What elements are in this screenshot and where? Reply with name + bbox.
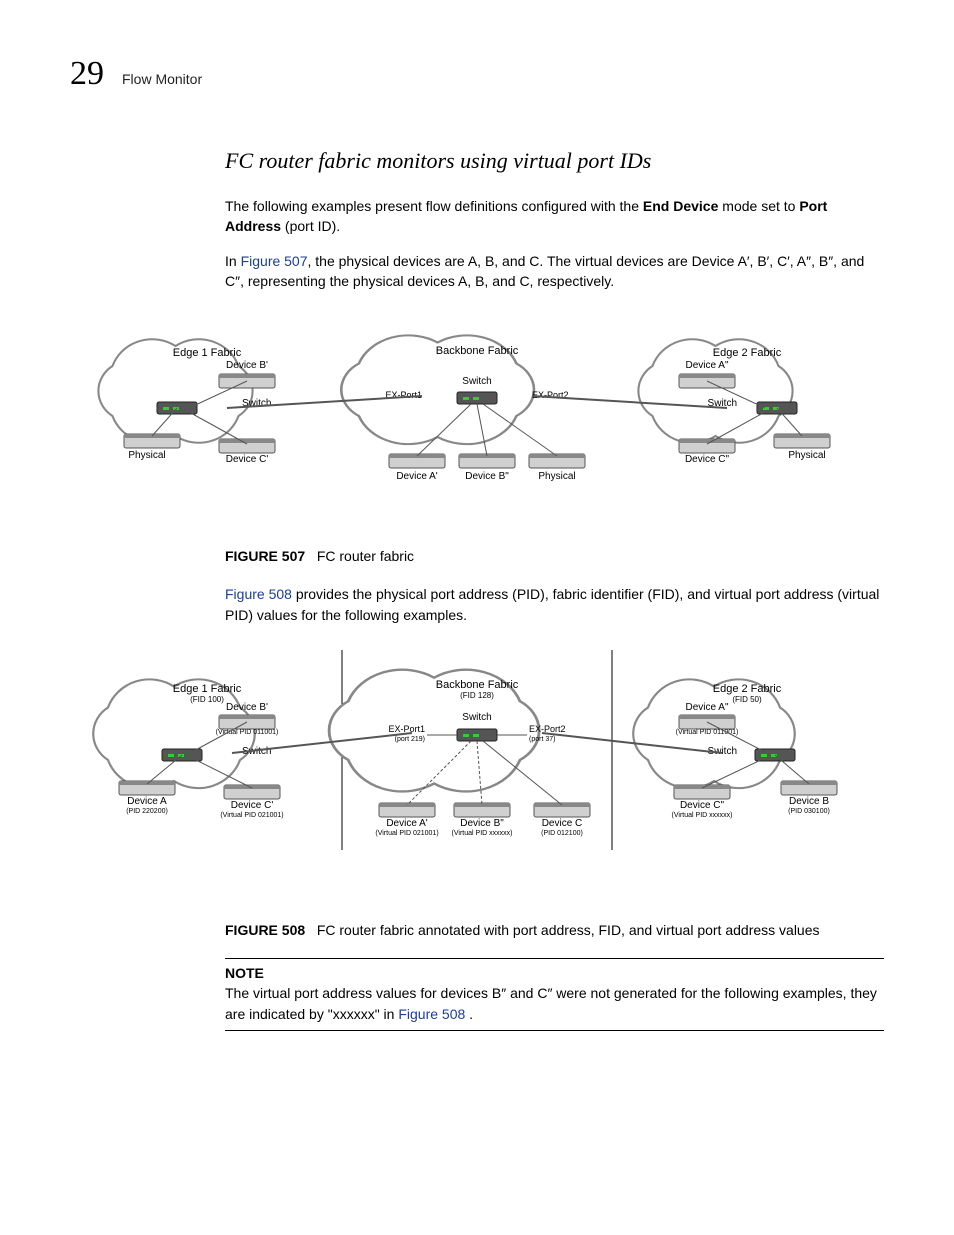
note-heading: NOTE	[225, 965, 884, 981]
svg-text:(Virtual PID 021001): (Virtual PID 021001)	[375, 830, 438, 837]
figure-508: Edge 1 Fabric (FID 100) Device B' (Virtu…	[70, 645, 884, 895]
text: mode set to	[718, 198, 799, 214]
svg-text:Edge 2 Fabric: Edge 2 Fabric	[713, 683, 782, 695]
note-body: The virtual port address values for devi…	[225, 983, 884, 1024]
figure-507-caption: FIGURE 507 FC router fabric	[225, 546, 884, 566]
svg-text:EX-Port2: EX-Port2	[529, 724, 566, 734]
svg-text:(Virtual PID xxxxxx): (Virtual PID xxxxxx)	[452, 830, 513, 837]
svg-text:Device C': Device C'	[226, 454, 269, 465]
svg-text:Device A: Device A	[127, 796, 167, 807]
section-title: FC router fabric monitors using virtual …	[225, 148, 884, 174]
svg-text:(PID 220200): (PID 220200)	[126, 808, 168, 815]
note-block: NOTE The virtual port address values for…	[225, 958, 884, 1031]
svg-text:(FID 128): (FID 128)	[460, 691, 494, 700]
svg-text:Device B: Device B	[789, 796, 829, 807]
text: (port ID).	[281, 218, 340, 234]
svg-text:Switch: Switch	[462, 712, 491, 723]
svg-text:Physical: Physical	[538, 471, 575, 482]
fc-router-fabric-annotated-icon: Edge 1 Fabric (FID 100) Device B' (Virtu…	[72, 645, 882, 895]
svg-text:(FID 50): (FID 50)	[732, 695, 762, 704]
svg-text:(Virtual PID 011001): (Virtual PID 011001)	[676, 729, 739, 736]
main-content: FC router fabric monitors using virtual …	[225, 148, 884, 1031]
svg-text:Switch: Switch	[462, 376, 491, 387]
svg-text:(FID 100): (FID 100)	[190, 695, 224, 704]
svg-text:Device C": Device C"	[680, 800, 725, 811]
svg-text:(PID 030100): (PID 030100)	[788, 808, 830, 815]
svg-text:(port 37): (port 37)	[529, 736, 555, 743]
svg-text:Device A": Device A"	[685, 360, 728, 371]
svg-text:(Virtual PID 011001): (Virtual PID 011001)	[216, 729, 279, 736]
svg-text:Device C': Device C'	[231, 800, 274, 811]
paragraph-fig508: Figure 508 provides the physical port ad…	[225, 584, 884, 625]
page-header: 29 Flow Monitor	[70, 55, 884, 93]
svg-text:EX-Port1: EX-Port1	[388, 724, 425, 734]
svg-text:Device C": Device C"	[685, 454, 730, 465]
link-figure-508[interactable]: Figure 508	[398, 1006, 465, 1022]
svg-text:Physical: Physical	[788, 450, 825, 461]
svg-text:Device A': Device A'	[396, 471, 437, 482]
text: In	[225, 253, 241, 269]
svg-text:Device A": Device A"	[685, 702, 728, 713]
svg-text:Device B': Device B'	[226, 702, 268, 713]
text: The following examples present flow defi…	[225, 198, 643, 214]
figure-number: FIGURE 507	[225, 548, 305, 564]
svg-text:Device C: Device C	[542, 818, 583, 829]
svg-text:Device B": Device B"	[465, 471, 509, 482]
svg-text:Backbone Fabric: Backbone Fabric	[436, 345, 519, 357]
edge1-title: Edge 1 Fabric	[173, 347, 242, 359]
svg-text:Edge 2 Fabric: Edge 2 Fabric	[713, 347, 782, 359]
page: 29 Flow Monitor FC router fabric monitor…	[0, 0, 954, 1235]
chapter-number: 29	[70, 55, 104, 93]
svg-text:(port 219): (port 219)	[395, 736, 425, 743]
figure-title: FC router fabric	[317, 548, 414, 564]
svg-text:Physical: Physical	[128, 450, 165, 461]
bold-end-device: End Device	[643, 198, 718, 214]
svg-text:Edge 1 Fabric: Edge 1 Fabric	[173, 683, 242, 695]
svg-text:(PID 012100): (PID 012100)	[541, 830, 583, 837]
svg-text:Backbone Fabric: Backbone Fabric	[436, 679, 519, 691]
paragraph-devices: In Figure 507, the physical devices are …	[225, 251, 884, 292]
figure-number: FIGURE 508	[225, 922, 305, 938]
text: .	[465, 1006, 473, 1022]
svg-text:Device A': Device A'	[386, 818, 427, 829]
link-figure-507[interactable]: Figure 507	[241, 253, 308, 269]
link-figure-508[interactable]: Figure 508	[225, 586, 292, 602]
running-title: Flow Monitor	[122, 71, 202, 87]
paragraph-intro: The following examples present flow defi…	[225, 196, 884, 237]
svg-text:(Virtual PID 021001): (Virtual PID 021001)	[220, 812, 283, 819]
text: , the physical devices are A, B, and C. …	[225, 253, 864, 289]
text: The virtual port address values for devi…	[225, 985, 877, 1021]
figure-title: FC router fabric annotated with port add…	[317, 922, 820, 938]
figure-507: Edge 1 Fabric Device B' Switch Physical …	[70, 311, 884, 521]
text: provides the physical port address (PID)…	[225, 586, 879, 622]
svg-text:Device B': Device B'	[226, 360, 268, 371]
figure-508-caption: FIGURE 508 FC router fabric annotated wi…	[225, 920, 884, 940]
fc-router-fabric-icon: Edge 1 Fabric Device B' Switch Physical …	[72, 311, 882, 521]
svg-text:(Virtual PID xxxxxx): (Virtual PID xxxxxx)	[672, 812, 733, 819]
svg-text:Device B": Device B"	[460, 818, 504, 829]
